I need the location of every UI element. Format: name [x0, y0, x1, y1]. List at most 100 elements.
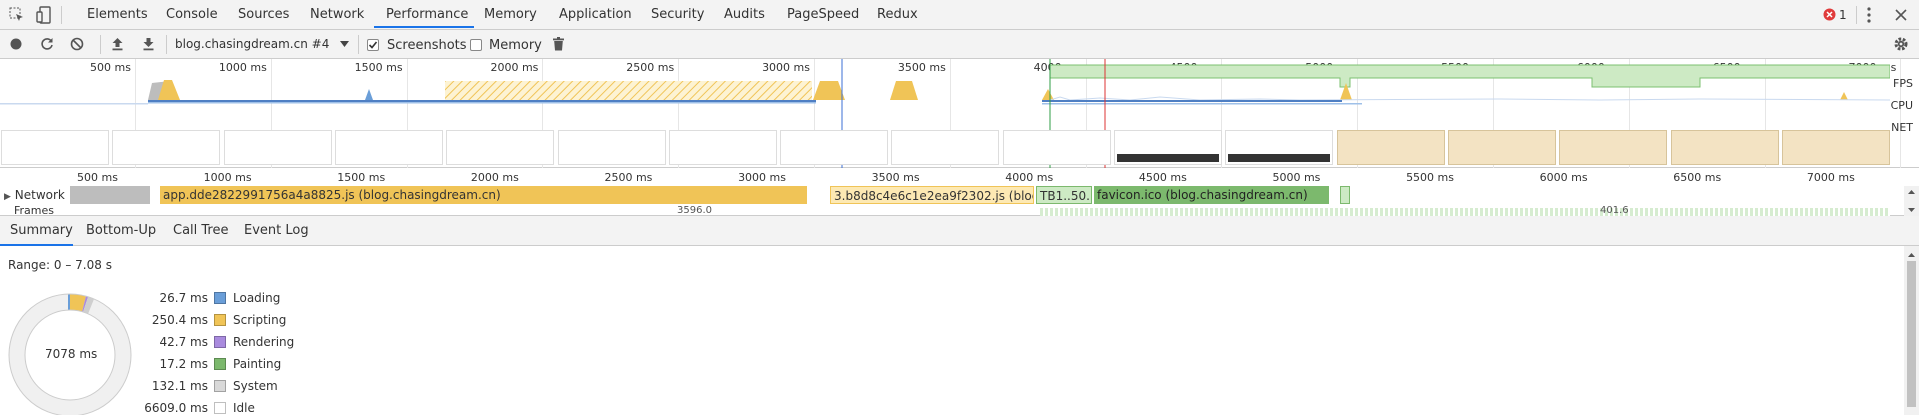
load-profile-icon[interactable]	[111, 37, 124, 51]
tab-call-tree[interactable]: Call Tree	[173, 223, 229, 238]
screenshot-thumbnail[interactable]	[1447, 130, 1556, 165]
gear-icon[interactable]	[1893, 36, 1909, 52]
chevron-down-icon[interactable]	[340, 41, 349, 48]
tab-pagespeed[interactable]: PageSpeed	[787, 7, 859, 22]
screenshots-checkbox[interactable]	[367, 39, 379, 51]
device-toolbar-icon[interactable]	[36, 6, 52, 24]
scripting-swatch	[214, 314, 226, 326]
close-icon[interactable]	[1895, 9, 1907, 21]
system-ms: 132.1 ms	[151, 379, 208, 393]
save-profile-icon[interactable]	[142, 37, 155, 51]
memory-label[interactable]: Memory	[489, 38, 542, 53]
record-icon[interactable]	[10, 38, 22, 50]
network-request-bar[interactable]: app.dde2822991756a4a8825.js (blog.chasin…	[160, 186, 807, 204]
network-request-bar[interactable]	[1340, 186, 1350, 204]
flamechart-ruler-tick: 2000 ms	[470, 171, 519, 184]
flamechart-scrollbar[interactable]	[1904, 186, 1919, 216]
frame-duration: 3596.0	[677, 206, 712, 216]
screenshot-thumbnail[interactable]	[1114, 130, 1222, 165]
flamechart-ruler-tick: 4000 ms	[1005, 171, 1054, 184]
screenshot-thumbnail[interactable]	[557, 130, 666, 165]
active-tab-indicator	[374, 26, 474, 28]
network-request-bar[interactable]	[70, 186, 150, 204]
cpu-peak	[365, 89, 373, 100]
more-options-icon[interactable]	[1866, 7, 1872, 23]
tab-security[interactable]: Security	[651, 7, 704, 22]
screenshot-thumbnail[interactable]	[668, 130, 777, 165]
scroll-up-icon[interactable]	[1904, 251, 1919, 259]
net-bar	[148, 102, 816, 104]
scrollbar-thumb[interactable]	[1907, 261, 1916, 407]
inspect-element-icon[interactable]	[9, 7, 25, 23]
screenshot-thumbnail[interactable]	[334, 130, 443, 165]
tab-redux[interactable]: Redux	[877, 7, 918, 22]
summary-panel: Range: 0 – 7.08 s 7078 ms 26.7 ms Loadin…	[0, 246, 1919, 415]
tab-audits[interactable]: Audits	[724, 7, 765, 22]
tab-performance[interactable]: Performance	[386, 7, 468, 22]
cpu-peak	[890, 81, 918, 100]
screenshot-thumbnail[interactable]	[446, 130, 555, 165]
net-bar	[1042, 103, 1362, 105]
checkmark-icon	[368, 41, 378, 49]
screenshot-thumbnail[interactable]	[1559, 130, 1668, 165]
tab-bottom-up[interactable]: Bottom-Up	[86, 223, 156, 238]
flamechart-ruler-tick: 1500 ms	[337, 171, 386, 184]
tab-summary[interactable]: Summary	[10, 223, 73, 238]
network-request-bar[interactable]: TB1..50...	[1036, 186, 1092, 204]
screenshot-thumbnail[interactable]	[1781, 130, 1890, 165]
rendering-ms: 42.7 ms	[159, 335, 208, 349]
reload-record-icon[interactable]	[40, 37, 54, 51]
scripting-ms: 250.4 ms	[151, 313, 208, 327]
screenshots-label[interactable]: Screenshots	[387, 38, 467, 53]
tab-event-log[interactable]: Event Log	[244, 223, 309, 238]
cpu-peak	[813, 81, 845, 100]
screenshot-thumbnail[interactable]	[223, 130, 332, 165]
flame-chart[interactable]: 500 ms 1000 ms 1500 ms 2000 ms 2500 ms 3000 m…	[0, 168, 1919, 216]
trash-icon[interactable]	[553, 37, 564, 51]
flamechart-ruler-tick: 3500 ms	[871, 171, 920, 184]
frame-duration: 401.6	[1600, 206, 1629, 216]
network-track-label: Network	[14, 188, 65, 202]
screenshot-thumbnail[interactable]	[1, 130, 109, 165]
screenshot-thumbnail[interactable]	[1336, 130, 1445, 165]
tab-sources[interactable]: Sources	[238, 7, 289, 22]
cpu-hatched-region	[445, 81, 812, 100]
tab-memory[interactable]: Memory	[484, 7, 537, 22]
tab-application[interactable]: Application	[559, 7, 632, 22]
tab-console[interactable]: Console	[166, 7, 218, 22]
tab-elements[interactable]: Elements	[87, 7, 148, 22]
scripting-label: Scripting	[233, 313, 287, 327]
loading-label: Loading	[233, 291, 281, 305]
screenshot-thumbnail[interactable]	[780, 130, 889, 165]
flamechart-ruler-tick: 7000 ms	[1806, 171, 1855, 184]
flamechart-ruler-tick: 6000 ms	[1539, 171, 1588, 184]
summary-scrollbar[interactable]	[1904, 246, 1919, 415]
memory-checkbox[interactable]	[470, 39, 482, 51]
screenshot-thumbnail[interactable]	[1670, 130, 1779, 165]
screenshot-thumbnail[interactable]	[1225, 130, 1334, 165]
overview-gridline	[1900, 59, 1902, 168]
screenshot-thumbnail[interactable]	[1002, 130, 1111, 165]
painting-ms: 17.2 ms	[159, 357, 208, 371]
flamechart-ruler-tick: 2500 ms	[604, 171, 653, 184]
system-label: System	[233, 379, 278, 393]
scroll-down-icon[interactable]	[1904, 206, 1919, 214]
network-request-bar[interactable]: 3.b8d8c4e6c1e2ea9f2302.js (blog....	[830, 186, 1034, 204]
error-icon[interactable]	[1823, 8, 1836, 21]
screenshot-thumbnail[interactable]	[891, 130, 1000, 165]
profile-select[interactable]: blog.chasingdream.cn #4	[175, 37, 329, 51]
screenshot-thumbnail[interactable]	[112, 130, 221, 165]
tab-network[interactable]: Network	[310, 7, 364, 22]
scroll-up-icon[interactable]	[1904, 188, 1919, 196]
error-count[interactable]: 1	[1839, 8, 1847, 22]
cpu-label: CPU	[1890, 99, 1913, 112]
idle-swatch	[214, 402, 226, 414]
fps-label: FPS	[1893, 77, 1913, 90]
clear-icon[interactable]	[70, 37, 84, 51]
flamechart-ruler-tick: 3000 ms	[738, 171, 786, 184]
network-request-bar[interactable]: favicon.ico (blog.chasingdream.cn)	[1094, 186, 1329, 204]
net-bar	[0, 103, 148, 105]
frames-track-label[interactable]: Frames	[14, 206, 54, 216]
idle-ms: 6609.0 ms	[144, 401, 208, 415]
timeline-overview[interactable]: 500 ms 1000 ms 1500 ms 2000 ms 2500 ms 3000 m…	[0, 59, 1919, 168]
